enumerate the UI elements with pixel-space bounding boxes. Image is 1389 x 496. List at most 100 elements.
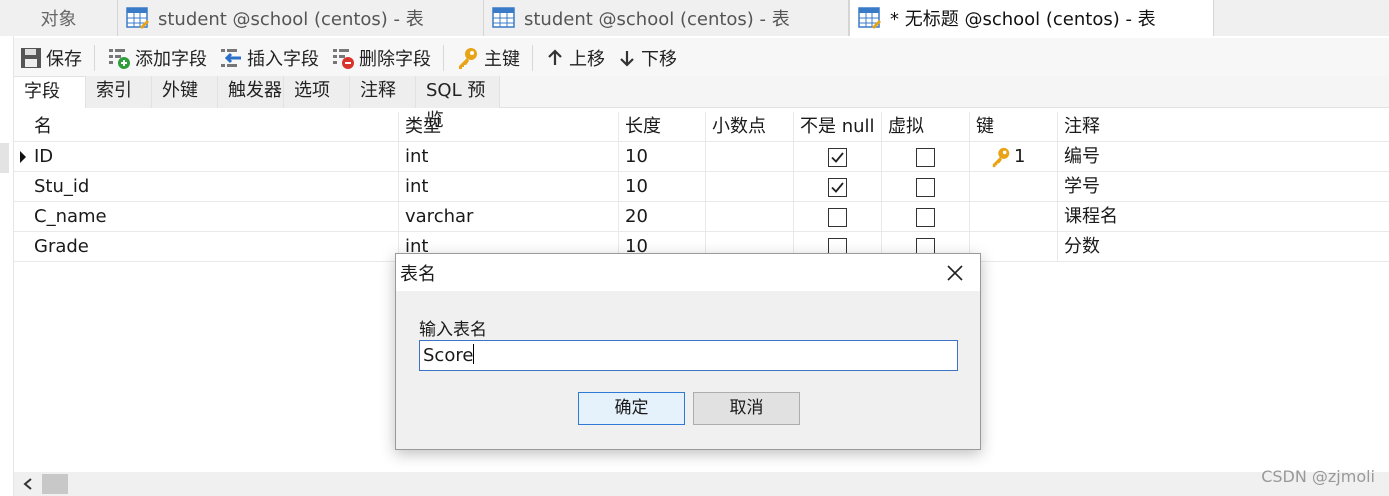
insert-field-label: 插入字段 — [247, 49, 319, 70]
header-decimals[interactable]: 小数点 — [706, 112, 794, 142]
virtual-checkbox[interactable] — [916, 208, 935, 227]
header-name[interactable]: 名 — [28, 112, 399, 142]
table-name-input[interactable]: Score — [419, 340, 958, 371]
tab-untitled[interactable]: * 无标题 @school (centos) - 表 — [849, 0, 1214, 36]
virtual-cell — [882, 142, 970, 172]
field-comment-cell[interactable]: 课程名 — [1058, 202, 1389, 232]
move-down-label: 下移 — [641, 49, 677, 70]
virtual-checkbox[interactable] — [916, 148, 935, 167]
arrow-down-icon — [620, 51, 634, 67]
primary-key-label: 主键 — [484, 49, 520, 70]
not-null-cell — [794, 202, 882, 232]
delete-field-label: 删除字段 — [359, 49, 431, 70]
checkmark-icon — [831, 182, 844, 193]
table-row[interactable]: Stu_id int 10 学号 — [14, 172, 1389, 202]
virtual-cell — [882, 202, 970, 232]
header-key[interactable]: 键 — [970, 112, 1058, 142]
designer-tabs: 字段 索引 外键 触发器 选项 注释 SQL 预览 — [14, 76, 1389, 131]
tab-fields[interactable]: 字段 — [14, 76, 86, 108]
not-null-cell — [794, 172, 882, 202]
move-up-button[interactable]: 上移 — [539, 41, 611, 75]
field-comment-cell[interactable]: 分数 — [1058, 232, 1389, 262]
key-icon — [459, 48, 477, 69]
key-cell[interactable] — [970, 202, 1058, 232]
tab-label: student @school (centos) - 表 — [158, 9, 424, 30]
field-name-cell[interactable]: Stu_id — [28, 172, 399, 202]
tab-objects[interactable]: 对象 — [0, 0, 118, 36]
ok-button[interactable]: 确定 — [578, 392, 685, 425]
field-type-cell[interactable]: int — [399, 142, 619, 172]
header-comment[interactable]: 注释 — [1058, 112, 1389, 142]
virtual-cell — [882, 172, 970, 202]
arrow-up-icon — [548, 49, 562, 65]
current-row-marker — [20, 151, 26, 163]
field-name-cell[interactable]: ID — [28, 142, 399, 172]
header-virtual[interactable]: 虚拟 — [882, 112, 970, 142]
not-null-checkbox[interactable] — [828, 148, 847, 167]
field-length-cell[interactable]: 20 — [619, 202, 706, 232]
table-row[interactable]: C_name varchar 20 课程名 — [14, 202, 1389, 232]
header-type[interactable]: 类型 — [399, 112, 619, 142]
move-down-button[interactable]: 下移 — [611, 41, 683, 75]
delete-field-button[interactable]: 删除字段 — [325, 41, 437, 75]
close-icon[interactable] — [944, 262, 966, 284]
field-comment-cell[interactable]: 学号 — [1058, 172, 1389, 202]
add-field-button[interactable]: 添加字段 — [101, 41, 213, 75]
field-type-cell[interactable]: varchar — [399, 202, 619, 232]
field-decimals-cell[interactable] — [706, 172, 794, 202]
table-icon — [858, 7, 881, 29]
table-name-label: 输入表名 — [419, 320, 487, 340]
virtual-checkbox[interactable] — [916, 178, 935, 197]
add-field-icon — [109, 49, 130, 69]
tab-comment[interactable]: 注释 — [350, 76, 416, 108]
dialog-titlebar[interactable]: 表名 — [396, 254, 980, 291]
header-length[interactable]: 长度 — [619, 112, 706, 142]
tab-student-1[interactable]: student @school (centos) - 表 — [118, 0, 484, 36]
scroll-thumb[interactable] — [42, 474, 68, 494]
key-cell[interactable]: 1 — [970, 142, 1058, 172]
field-name-cell[interactable]: C_name — [28, 202, 399, 232]
table-name-dialog: 表名 输入表名 Score 确定 取消 — [395, 253, 981, 450]
field-decimals-cell[interactable] — [706, 142, 794, 172]
field-name-cell[interactable]: Grade — [28, 232, 399, 262]
table-icon — [492, 7, 515, 28]
save-button[interactable]: 保存 — [14, 41, 88, 75]
field-length-cell[interactable]: 10 — [619, 142, 706, 172]
toolbar-separator — [94, 45, 95, 71]
field-decimals-cell[interactable] — [706, 202, 794, 232]
chevron-left-icon — [23, 478, 32, 490]
field-length-cell[interactable]: 10 — [619, 172, 706, 202]
not-null-cell — [794, 142, 882, 172]
key-cell[interactable] — [970, 232, 1058, 262]
header-not-null[interactable]: 不是 null — [794, 112, 882, 142]
horizontal-scrollbar[interactable] — [14, 472, 1389, 496]
insert-field-button[interactable]: 插入字段 — [213, 41, 325, 75]
toolbar-separator — [443, 45, 444, 71]
text-caret — [473, 344, 475, 364]
cancel-button[interactable]: 取消 — [693, 392, 800, 425]
tab-sql-preview[interactable]: SQL 预览 — [416, 76, 500, 131]
save-icon — [21, 48, 41, 68]
watermark: CSDN @zjmoli — [1261, 467, 1375, 486]
move-up-label: 上移 — [569, 49, 605, 70]
save-label: 保存 — [46, 49, 82, 70]
tab-options[interactable]: 选项 — [284, 76, 350, 108]
not-null-checkbox[interactable] — [828, 208, 847, 227]
table-row[interactable]: ID int 10 1 编号 — [14, 142, 1389, 172]
document-tab-bar: 对象 student @school (centos) - 表 student … — [0, 0, 1389, 36]
not-null-checkbox[interactable] — [828, 178, 847, 197]
grid-header: 名 类型 长度 小数点 不是 null 虚拟 键 注释 — [14, 112, 1389, 142]
tab-student-2[interactable]: student @school (centos) - 表 — [484, 0, 849, 36]
key-order: 1 — [1014, 146, 1026, 167]
delete-field-icon — [333, 49, 354, 69]
tab-triggers[interactable]: 触发器 — [218, 76, 284, 108]
scroll-left-button[interactable] — [14, 472, 42, 496]
primary-key-button[interactable]: 主键 — [450, 41, 526, 75]
key-cell[interactable] — [970, 172, 1058, 202]
tab-foreign-keys[interactable]: 外键 — [152, 76, 218, 108]
tab-indexes[interactable]: 索引 — [86, 76, 152, 108]
field-comment-cell[interactable]: 编号 — [1058, 142, 1389, 172]
table-name-value: Score — [423, 345, 474, 366]
field-type-cell[interactable]: int — [399, 172, 619, 202]
tab-label: student @school (centos) - 表 — [524, 9, 790, 30]
